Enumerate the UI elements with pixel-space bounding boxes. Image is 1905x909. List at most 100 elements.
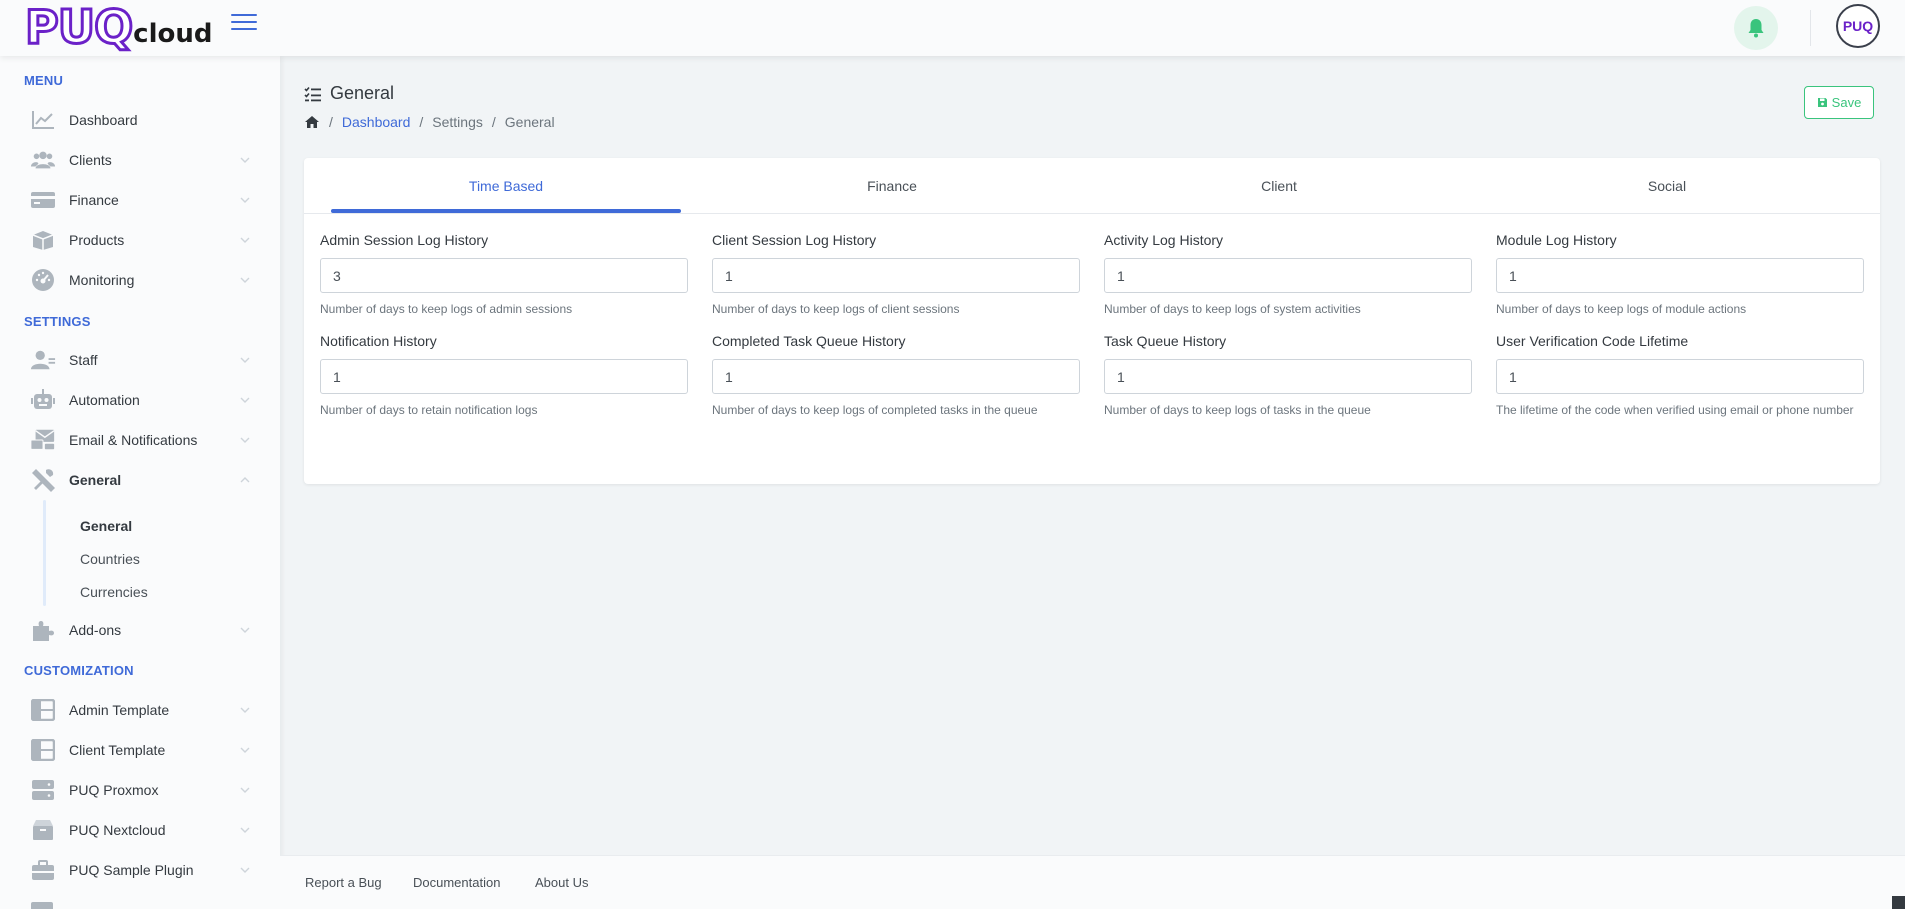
sidebar-item-puq-sample-plugin[interactable]: PUQ Sample Plugin	[30, 852, 250, 888]
sidebar-item-label: Client Template	[69, 742, 166, 758]
sidebar-item-staff[interactable]: Staff	[30, 342, 250, 378]
sidebar-item-admin-template[interactable]: Admin Template	[30, 692, 250, 728]
field-label: Task Queue History	[1104, 333, 1227, 349]
completed-task-queue-history-input[interactable]	[712, 359, 1080, 394]
robot-icon	[30, 387, 56, 413]
layout-icon	[30, 737, 56, 763]
credit-card-icon	[30, 187, 56, 213]
chevron-up-icon	[240, 477, 250, 483]
field-label: Activity Log History	[1104, 232, 1224, 248]
field-label: Module Log History	[1496, 232, 1617, 248]
sidebar-item-email-notifications[interactable]: Email & Notifications	[30, 422, 250, 458]
sidebar-subitem-countries[interactable]: Countries	[80, 551, 140, 567]
submenu-indicator-line	[43, 500, 46, 606]
logo-cloud-text: cloud	[133, 19, 213, 49]
task-queue-history-input[interactable]	[1104, 359, 1472, 394]
briefcase-icon	[30, 857, 56, 883]
partial-sidebar-item-icon	[30, 896, 56, 909]
activity-log-history-input[interactable]	[1104, 258, 1472, 293]
admin-session-log-history-input[interactable]	[320, 258, 688, 293]
top-header: PUQ cloud PUQ	[0, 0, 1905, 56]
breadcrumb-current: General	[504, 114, 555, 130]
sidebar-item-addons[interactable]: Add-ons	[30, 612, 250, 648]
sidebar-item-general[interactable]: General	[30, 462, 250, 498]
sidebar-item-finance[interactable]: Finance	[30, 182, 250, 218]
corner-resize-handle	[1892, 896, 1905, 909]
report-bug-link[interactable]: Report a Bug	[305, 875, 382, 890]
field-help-text: Number of days to keep logs of client se…	[712, 302, 960, 316]
home-icon[interactable]	[304, 115, 320, 129]
field-admin-session-log-history: Admin Session Log History Number of days…	[320, 232, 688, 320]
sidebar-item-label: Clients	[69, 152, 112, 168]
chevron-down-icon	[240, 827, 250, 833]
staff-icon	[30, 347, 56, 373]
sidebar-item-dashboard[interactable]: Dashboard	[30, 102, 250, 138]
field-label: User Verification Code Lifetime	[1496, 333, 1689, 349]
box-icon	[30, 227, 56, 253]
sidebar-item-label: Products	[69, 232, 125, 248]
field-task-queue-history: Task Queue History Number of days to kee…	[1104, 333, 1472, 421]
sidebar-item-puq-proxmox[interactable]: PUQ Proxmox	[30, 772, 250, 808]
puqcloud-logo[interactable]: PUQ cloud	[23, 0, 213, 54]
tab-finance[interactable]: Finance	[717, 158, 1067, 214]
mail-bulk-icon	[30, 427, 56, 453]
chevron-down-icon	[240, 707, 250, 713]
chevron-down-icon	[240, 357, 250, 363]
tab-time-based[interactable]: Time Based	[331, 158, 681, 214]
sidebar-item-label: Dashboard	[69, 112, 138, 128]
server-icon	[30, 777, 56, 803]
sidebar-item-label: Add-ons	[69, 622, 122, 638]
chevron-down-icon	[240, 747, 250, 753]
chevron-down-icon	[240, 397, 250, 403]
sidebar-item-label: Automation	[69, 392, 140, 408]
field-help-text: Number of days to keep logs of admin ses…	[320, 302, 573, 316]
save-button[interactable]: Save	[1804, 86, 1874, 119]
field-help-text: The lifetime of the code when verified u…	[1496, 403, 1854, 417]
sidebar-item-label: Monitoring	[69, 272, 135, 288]
breadcrumb-dashboard-link[interactable]: Dashboard	[342, 114, 411, 130]
sidebar-item-label: PUQ Proxmox	[69, 782, 159, 798]
tab-social[interactable]: Social	[1492, 158, 1842, 214]
chevron-down-icon	[240, 237, 250, 243]
about-us-link[interactable]: About Us	[535, 875, 588, 890]
chevron-down-icon	[240, 277, 250, 283]
breadcrumb-settings: Settings	[432, 114, 483, 130]
breadcrumb-separator: /	[491, 114, 496, 130]
notification-history-input[interactable]	[320, 359, 688, 394]
menu-heading: MENU	[24, 73, 64, 88]
sidebar-item-monitoring[interactable]: Monitoring	[30, 262, 250, 298]
field-help-text: Number of days to keep logs of completed…	[712, 403, 1038, 417]
breadcrumb-separator: /	[419, 114, 424, 130]
field-notification-history: Notification History Number of days to r…	[320, 333, 688, 421]
module-log-history-input[interactable]	[1496, 258, 1864, 293]
page-title-text: General	[330, 83, 395, 103]
avatar-text: PUQ	[1842, 18, 1874, 34]
documentation-link[interactable]: Documentation	[413, 875, 500, 890]
sidebar-item-automation[interactable]: Automation	[30, 382, 250, 418]
sidebar-item-products[interactable]: Products	[30, 222, 250, 258]
sidebar-item-clients[interactable]: Clients	[30, 142, 250, 178]
field-label: Notification History	[320, 333, 437, 349]
header-divider	[1810, 10, 1811, 46]
sidebar-subitem-currencies[interactable]: Currencies	[80, 584, 148, 600]
field-completed-task-queue-history: Completed Task Queue History Number of d…	[712, 333, 1080, 421]
user-avatar[interactable]: PUQ	[1836, 4, 1880, 48]
logo-puq-text: PUQ	[23, 0, 134, 54]
field-help-text: Number of days to keep logs of module ac…	[1496, 302, 1747, 316]
menu-toggle-icon[interactable]	[231, 14, 257, 34]
sidebar-item-label: Staff	[69, 352, 98, 368]
chevron-down-icon	[240, 197, 250, 203]
sidebar-item-label: Finance	[69, 192, 119, 208]
sidebar-item-label: Email & Notifications	[69, 432, 198, 448]
sidebar-item-client-template[interactable]: Client Template	[30, 732, 250, 768]
chevron-down-icon	[240, 627, 250, 633]
field-label: Client Session Log History	[712, 232, 877, 248]
tab-client[interactable]: Client	[1104, 158, 1454, 214]
field-module-log-history: Module Log History Number of days to kee…	[1496, 232, 1864, 320]
sidebar-subitem-general[interactable]: General	[80, 518, 132, 534]
sidebar-item-puq-nextcloud[interactable]: PUQ Nextcloud	[30, 812, 250, 848]
user-verification-code-lifetime-input[interactable]	[1496, 359, 1864, 394]
client-session-log-history-input[interactable]	[712, 258, 1080, 293]
notifications-button[interactable]	[1734, 6, 1778, 50]
field-activity-log-history: Activity Log History Number of days to k…	[1104, 232, 1472, 320]
